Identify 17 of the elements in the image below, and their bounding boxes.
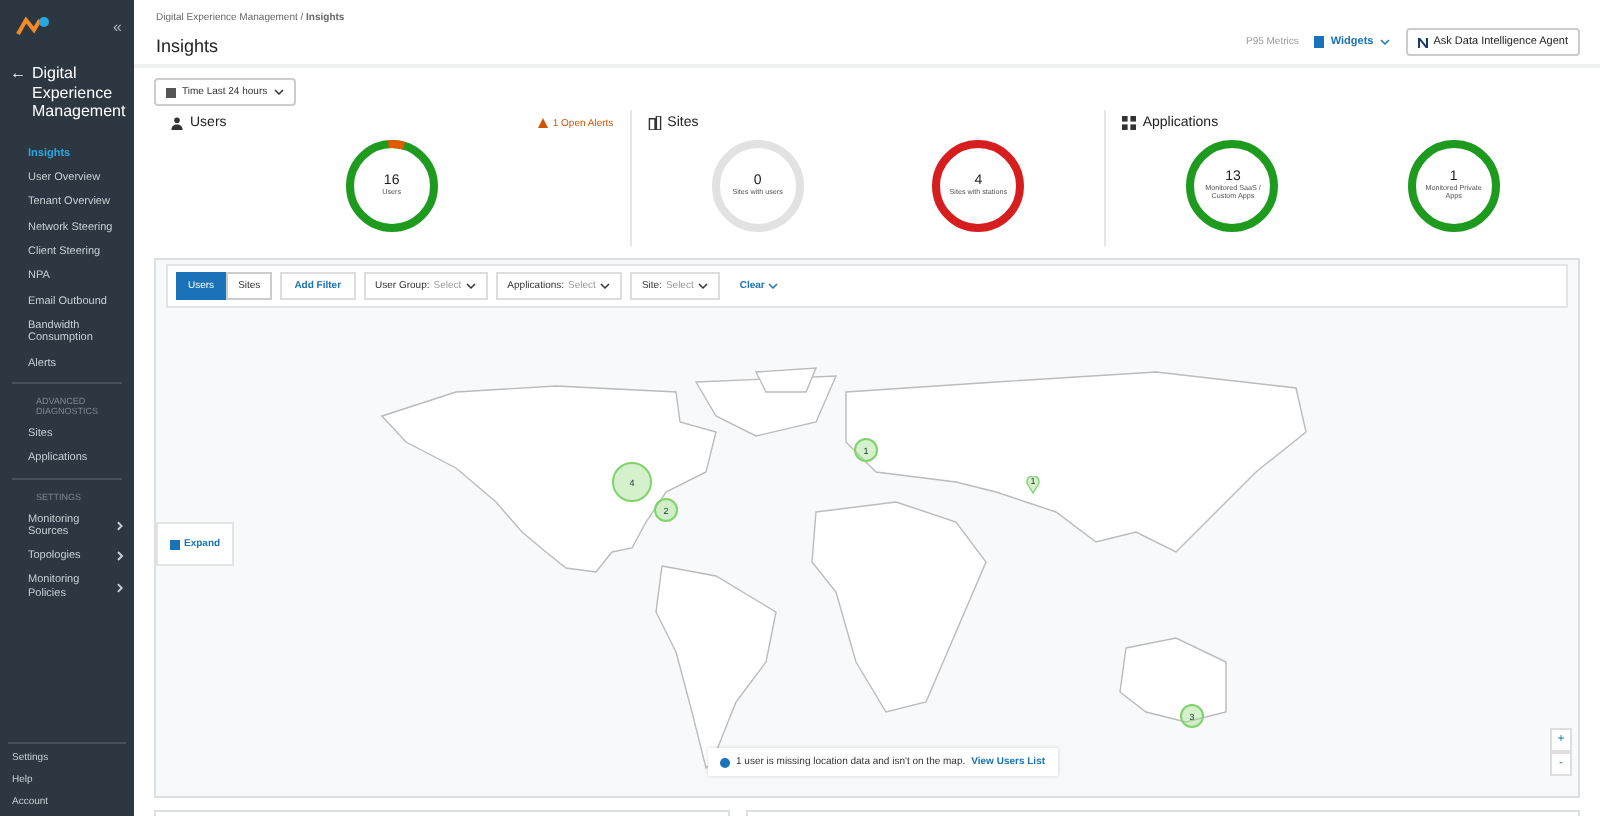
logo-icon bbox=[16, 16, 52, 36]
chevron-down-icon bbox=[273, 88, 284, 96]
page-title: Insights bbox=[156, 36, 221, 56]
building-icon bbox=[647, 116, 662, 130]
section-title: Digital Experience Management bbox=[32, 64, 126, 122]
grid-icon bbox=[1122, 116, 1137, 130]
info-icon bbox=[720, 757, 730, 767]
chevron-down-icon bbox=[1379, 38, 1390, 46]
n-logo-icon bbox=[1417, 37, 1428, 47]
chevron-down-icon bbox=[697, 282, 708, 290]
chevron-down-icon bbox=[599, 282, 610, 290]
back-arrow[interactable]: ← bbox=[10, 64, 26, 122]
chevron-down-icon bbox=[768, 282, 779, 290]
chevron-down-icon bbox=[465, 282, 476, 290]
person-icon bbox=[170, 116, 184, 130]
collapse-button[interactable]: « bbox=[113, 17, 122, 35]
warning-icon bbox=[538, 118, 549, 128]
